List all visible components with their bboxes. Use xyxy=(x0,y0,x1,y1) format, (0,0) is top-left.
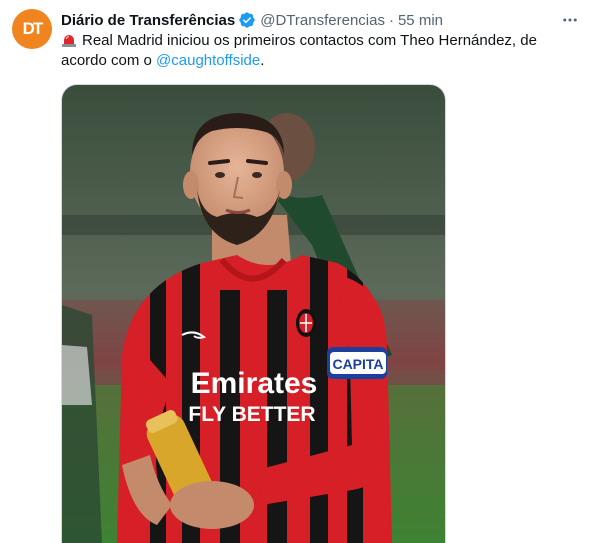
mention-link[interactable]: @caughtoffside xyxy=(156,52,260,69)
club-crest-icon xyxy=(296,309,316,337)
sponsor-text-1: Emirates xyxy=(191,367,318,400)
tweet-body-text: Real Madrid iniciou os primeiros contact… xyxy=(61,32,537,69)
player-photo-illustration: Emirates FLY BETTER CAPITA xyxy=(62,85,445,543)
separator-dot: · xyxy=(388,11,394,29)
more-horizontal-icon[interactable] xyxy=(560,10,580,30)
tweet-photo[interactable]: Emirates FLY BETTER CAPITA xyxy=(61,84,446,543)
tweet-body-end: . xyxy=(260,52,265,69)
user-handle[interactable]: @DTransferencias xyxy=(260,12,385,29)
avatar-initials: DT xyxy=(22,19,44,38)
avatar[interactable]: DT xyxy=(12,9,52,49)
rotating-light-icon xyxy=(61,33,77,47)
tweet-card[interactable]: DT Diário de Transferências @DTransferen… xyxy=(0,0,594,543)
tweet-text: Real Madrid iniciou os primeiros contact… xyxy=(61,31,561,71)
display-name[interactable]: Diário de Transferências xyxy=(61,12,235,29)
armband-text: CAPITA xyxy=(332,356,383,372)
tweet-header: Diário de Transferências @DTransferencia… xyxy=(61,10,580,30)
sponsor-text-2: FLY BETTER xyxy=(188,403,315,426)
verified-badge-icon xyxy=(238,11,256,29)
tweet-timestamp[interactable]: 55 min xyxy=(398,12,443,29)
